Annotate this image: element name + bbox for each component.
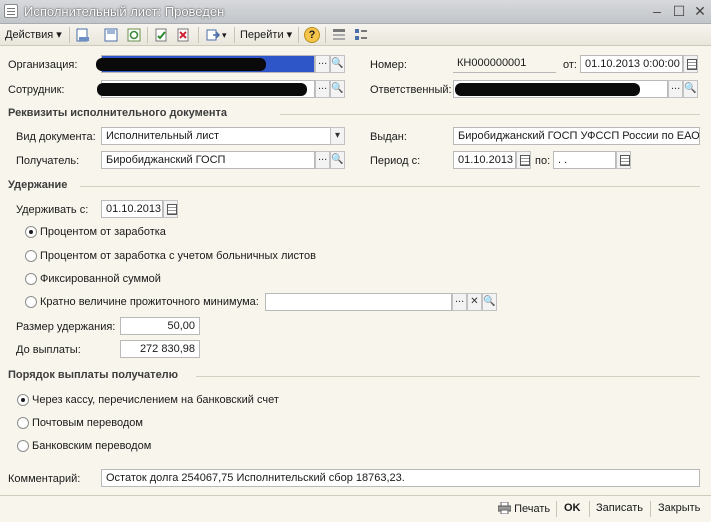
number-field[interactable]: КН000000001 <box>453 55 556 73</box>
period-from-label: Период с: <box>370 155 421 167</box>
withhold-from-field[interactable]: 01.10.2013 <box>101 200 163 218</box>
write-close-icon[interactable] <box>75 27 91 43</box>
choice-button[interactable] <box>315 53 330 73</box>
withhold-size-field[interactable]: 50,00 <box>120 317 200 335</box>
payout-option-radio[interactable] <box>17 394 29 406</box>
date-label: от: <box>563 59 577 71</box>
save-icon[interactable] <box>103 27 119 43</box>
comment-label: Комментарий: <box>8 473 81 485</box>
footer-divider <box>556 501 557 517</box>
payout-option-radio[interactable] <box>17 440 29 452</box>
document-type-select[interactable]: Исполнительный лист <box>101 127 331 145</box>
subordinate-icon[interactable] <box>353 27 369 43</box>
ok-button[interactable]: OK <box>564 502 581 514</box>
printer-icon <box>497 501 512 515</box>
recipient-field[interactable]: Биробиджанский ГОСП <box>101 151 315 169</box>
search-icon[interactable]: 🔍 <box>330 151 345 169</box>
calendar-icon[interactable] <box>163 200 178 218</box>
redaction-mark <box>96 58 266 71</box>
toolbar-divider <box>234 27 235 43</box>
payout-option-label: Почтовым переводом <box>32 417 143 429</box>
form-footer: Печать OK Записать Закрыть <box>0 495 711 522</box>
based-on-icon[interactable] <box>205 27 221 43</box>
calendar-icon[interactable] <box>683 55 698 73</box>
choice-button[interactable] <box>315 149 330 169</box>
toolbar-divider <box>198 27 199 43</box>
withhold-option-label: Кратно величине прожиточного минимума: <box>40 296 259 308</box>
withhold-option-radio[interactable] <box>25 273 37 285</box>
close-icon[interactable]: ✕ <box>692 3 708 19</box>
withhold-option-label: Процентом от заработка с учетом больничн… <box>40 250 316 262</box>
refresh-icon[interactable] <box>126 27 142 43</box>
maximize-icon[interactable]: ☐ <box>671 3 687 19</box>
issued-by-field[interactable]: Биробиджанский ГОСП УФССП России по ЕАО <box>453 127 700 145</box>
footer-divider <box>650 501 651 517</box>
search-icon[interactable]: 🔍 <box>482 293 497 311</box>
unpost-document-icon[interactable] <box>175 27 191 43</box>
toolbar-divider <box>325 27 326 43</box>
goto-menu[interactable]: Перейти ▾ <box>240 27 292 43</box>
to-pay-field[interactable]: 272 830,98 <box>120 340 200 358</box>
choice-button[interactable] <box>452 291 467 311</box>
footer-divider <box>589 501 590 517</box>
payout-heading: Порядок выплаты получателю <box>8 369 179 381</box>
structure-icon[interactable] <box>331 27 347 43</box>
recipient-label: Получатель: <box>16 155 80 167</box>
withhold-option-label: Процентом от заработка <box>40 226 166 238</box>
payout-option-radio[interactable] <box>17 417 29 429</box>
organization-label: Организация: <box>8 59 78 71</box>
withhold-option-radio[interactable] <box>25 226 37 238</box>
calendar-icon[interactable] <box>616 151 631 169</box>
save-button[interactable]: Записать <box>596 502 643 514</box>
document-type-label: Вид документа: <box>16 131 96 143</box>
based-on-dropdown[interactable]: ▾ <box>222 27 227 43</box>
period-from-field[interactable]: 01.10.2013 <box>453 151 516 169</box>
payout-option-label: Через кассу, перечислением на банковский… <box>32 394 279 406</box>
comment-field[interactable]: Остаток долга 254067,75 Исполнительский … <box>101 469 700 487</box>
withhold-option-label: Фиксированной суммой <box>40 273 161 285</box>
employee-label: Сотрудник: <box>8 84 65 96</box>
calendar-icon[interactable] <box>516 151 531 169</box>
withhold-from-label: Удерживать с: <box>16 204 89 216</box>
document-icon <box>4 4 18 18</box>
chevron-down-icon[interactable]: ▾ <box>330 127 345 145</box>
subsistence-minimum-field[interactable] <box>265 293 452 311</box>
actions-menu[interactable]: Действия ▾ <box>5 27 62 43</box>
responsible-label: Ответственный: <box>370 84 452 96</box>
toolbar-divider <box>147 27 148 43</box>
section-divider <box>80 186 700 187</box>
redaction-mark <box>455 83 640 96</box>
search-icon[interactable]: 🔍 <box>683 80 698 98</box>
section-divider <box>196 376 700 377</box>
search-icon[interactable]: 🔍 <box>330 55 345 73</box>
document-details-heading: Реквизиты исполнительного документа <box>8 107 228 119</box>
period-to-label: по: <box>535 155 551 167</box>
number-label: Номер: <box>370 59 407 71</box>
minimize-button[interactable]: – <box>649 3 665 19</box>
redaction-mark <box>97 83 307 96</box>
issued-by-label: Выдан: <box>370 131 407 143</box>
payout-option-label: Банковским переводом <box>32 440 152 452</box>
to-pay-label: До выплаты: <box>16 344 81 356</box>
choice-button[interactable] <box>668 78 683 98</box>
print-button[interactable]: Печать <box>497 501 550 515</box>
help-icon[interactable]: ? <box>304 27 320 43</box>
close-button[interactable]: Закрыть <box>658 502 700 514</box>
withholding-heading: Удержание <box>8 179 68 191</box>
toolbar: Действия ▾ ▾ Перейти ▾ ? <box>0 24 711 46</box>
title-bar: Исполнительный лист: Проведен – ☐ ✕ <box>0 0 711 24</box>
window-title: Исполнительный лист: Проведен <box>24 4 225 19</box>
toolbar-divider <box>69 27 70 43</box>
search-icon[interactable]: 🔍 <box>330 80 345 98</box>
toolbar-divider <box>298 27 299 43</box>
post-document-icon[interactable] <box>153 27 169 43</box>
date-field[interactable]: 01.10.2013 0:00:00 <box>580 55 683 73</box>
section-divider <box>280 114 700 115</box>
choice-button[interactable] <box>315 78 330 98</box>
withhold-size-label: Размер удержания: <box>16 321 116 333</box>
period-to-field[interactable]: . . <box>553 151 616 169</box>
clear-icon[interactable]: ✕ <box>467 293 482 311</box>
withhold-option-radio[interactable] <box>25 250 37 262</box>
withhold-option-radio[interactable] <box>25 296 37 308</box>
